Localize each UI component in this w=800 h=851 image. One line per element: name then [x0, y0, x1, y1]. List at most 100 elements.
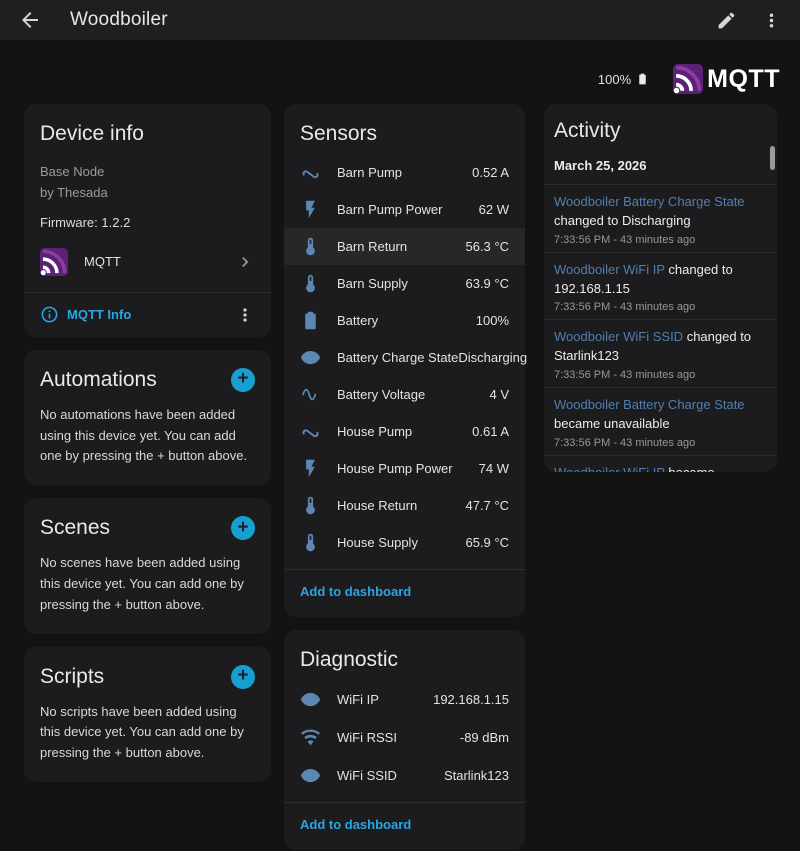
sensor-label: Battery Charge State [337, 350, 458, 365]
sensor-value: 63.9 °C [465, 276, 509, 291]
logbook-entry: Woodboiler WiFi IP became unavailable 7:… [544, 456, 777, 472]
add-scene-button[interactable]: + [231, 516, 255, 540]
diagnostic-value: -89 dBm [460, 730, 509, 745]
diagnostic-title: Diagnostic [284, 630, 525, 680]
sensor-row[interactable]: Barn Return 56.3 °C [284, 228, 525, 265]
entity-link[interactable]: Woodboiler WiFi IP [554, 262, 665, 277]
logbook-entry: Woodboiler WiFi SSID changed to Starlink… [544, 320, 777, 388]
sensor-row[interactable]: Barn Pump 0.52 A [284, 154, 525, 191]
diagnostic-row[interactable]: WiFi IP 192.168.1.15 [284, 680, 525, 718]
sensor-value: 100% [476, 313, 509, 328]
sensor-label: Barn Pump Power [337, 202, 443, 217]
mqtt-connection-row[interactable]: MQTT [24, 240, 271, 292]
sensor-label: House Supply [337, 535, 418, 550]
main-content: Device info Base Node by Thesada Firmwar… [0, 104, 800, 851]
battery-icon [300, 310, 321, 331]
mqtt-logo-text: MQTT [707, 65, 780, 94]
scenes-empty-text: No scenes have been added using this dev… [24, 540, 271, 615]
sensor-row[interactable]: Battery 100% [284, 302, 525, 339]
scripts-card: Scripts + No scripts have been added usi… [24, 647, 271, 782]
add-to-dashboard-link[interactable]: Add to dashboard [300, 584, 411, 599]
device-firmware: Firmware: 1.2.2 [24, 204, 271, 240]
edit-pencil-icon[interactable] [716, 10, 737, 31]
thermometer-icon [300, 495, 321, 516]
sensor-value: Discharging [458, 350, 527, 365]
entry-timestamp: 7:33:56 PM - 43 minutes ago [554, 437, 767, 449]
eye-icon [300, 689, 321, 710]
scenes-card: Scenes + No scenes have been added using… [24, 498, 271, 633]
scripts-empty-text: No scripts have been added using this de… [24, 689, 271, 764]
sensor-row[interactable]: Barn Supply 63.9 °C [284, 265, 525, 302]
back-arrow-icon[interactable] [18, 8, 42, 32]
sensors-title: Sensors [284, 104, 525, 154]
sensor-value: 4 V [489, 387, 509, 402]
diagnostic-row[interactable]: WiFi RSSI -89 dBm [284, 718, 525, 756]
logbook-entry: Woodboiler WiFi IP changed to 192.168.1.… [544, 253, 777, 321]
automations-card: Automations + No automations have been a… [24, 350, 271, 485]
sensor-row[interactable]: House Supply 65.9 °C [284, 524, 525, 561]
mqtt-info-link[interactable]: MQTT Info [40, 305, 131, 324]
entry-action: changed to Discharging [554, 213, 691, 228]
flash-icon [300, 199, 321, 220]
diagnostic-list: WiFi IP 192.168.1.15 WiFi RSSI -89 dBm W… [284, 680, 525, 794]
sensor-label: Battery [337, 313, 378, 328]
device-manufacturer: by Thesada [40, 182, 255, 203]
overflow-menu-icon[interactable] [761, 10, 782, 31]
battery-status-chip[interactable]: 100% [598, 69, 649, 89]
add-automation-button[interactable]: + [231, 368, 255, 392]
diagnostic-value: 192.168.1.15 [433, 692, 509, 707]
battery-percentage: 100% [598, 72, 631, 87]
entity-link[interactable]: Woodboiler WiFi IP [554, 465, 665, 472]
activity-list: Woodboiler Battery Charge State changed … [544, 185, 777, 472]
entry-timestamp: 7:33:56 PM - 43 minutes ago [554, 234, 767, 246]
diagnostic-label: WiFi RSSI [337, 730, 397, 745]
thermometer-icon [300, 532, 321, 553]
device-info-title: Device info [24, 104, 271, 146]
sensor-value: 56.3 °C [465, 239, 509, 254]
entry-timestamp: 7:33:56 PM - 43 minutes ago [554, 301, 767, 313]
entity-link[interactable]: Woodboiler Battery Charge State [554, 397, 745, 412]
sine-wave-icon [300, 384, 321, 405]
info-icon [40, 305, 59, 324]
sensor-value: 0.61 A [472, 424, 509, 439]
entry-timestamp: 7:33:56 PM - 43 minutes ago [554, 369, 767, 381]
sensor-row[interactable]: Barn Pump Power 62 W [284, 191, 525, 228]
activity-card: Activity March 25, 2026 Woodboiler Batte… [544, 104, 777, 472]
diagnostic-label: WiFi IP [337, 692, 379, 707]
device-menu-icon[interactable] [235, 305, 255, 325]
add-script-button[interactable]: + [231, 665, 255, 689]
diagnostic-card: Diagnostic WiFi IP 192.168.1.15 WiFi RSS… [284, 630, 525, 850]
add-to-dashboard-link[interactable]: Add to dashboard [300, 817, 411, 832]
sensor-row[interactable]: Battery Voltage 4 V [284, 376, 525, 413]
battery-icon [636, 69, 649, 89]
entity-link[interactable]: Woodboiler WiFi SSID [554, 329, 683, 344]
sensor-row[interactable]: House Return 47.7 °C [284, 487, 525, 524]
sensor-value: 62 W [479, 202, 509, 217]
wifi-icon [300, 727, 321, 748]
entity-link[interactable]: Woodboiler Battery Charge State [554, 194, 745, 209]
logbook-entry: Woodboiler Battery Charge State changed … [544, 185, 777, 253]
device-model: Base Node [40, 161, 255, 182]
sensor-label: Barn Pump [337, 165, 402, 180]
diagnostic-value: Starlink123 [444, 768, 509, 783]
activity-scrollbar[interactable] [770, 146, 775, 170]
mqtt-logo-icon [673, 64, 703, 94]
sensor-label: House Pump [337, 424, 412, 439]
mqtt-integration-logo[interactable]: MQTT [673, 64, 780, 94]
mqtt-logo-icon [40, 248, 68, 276]
sensor-row[interactable]: House Pump 0.61 A [284, 413, 525, 450]
sensor-label: House Return [337, 498, 417, 513]
sensors-list: Barn Pump 0.52 A Barn Pump Power 62 W Ba… [284, 154, 525, 561]
scripts-title: Scripts [40, 665, 104, 689]
mqtt-info-label: MQTT Info [67, 307, 131, 322]
scenes-title: Scenes [40, 516, 110, 540]
flash-icon [300, 458, 321, 479]
eye-icon [300, 765, 321, 786]
pump-icon [300, 421, 321, 442]
diagnostic-row[interactable]: WiFi SSID Starlink123 [284, 756, 525, 794]
sensor-row[interactable]: House Pump Power 74 W [284, 450, 525, 487]
sensors-card: Sensors Barn Pump 0.52 A Barn Pump Power… [284, 104, 525, 617]
sensor-label: Barn Supply [337, 276, 408, 291]
eye-icon [300, 347, 321, 368]
sensor-row[interactable]: Battery Charge State Discharging [284, 339, 525, 376]
